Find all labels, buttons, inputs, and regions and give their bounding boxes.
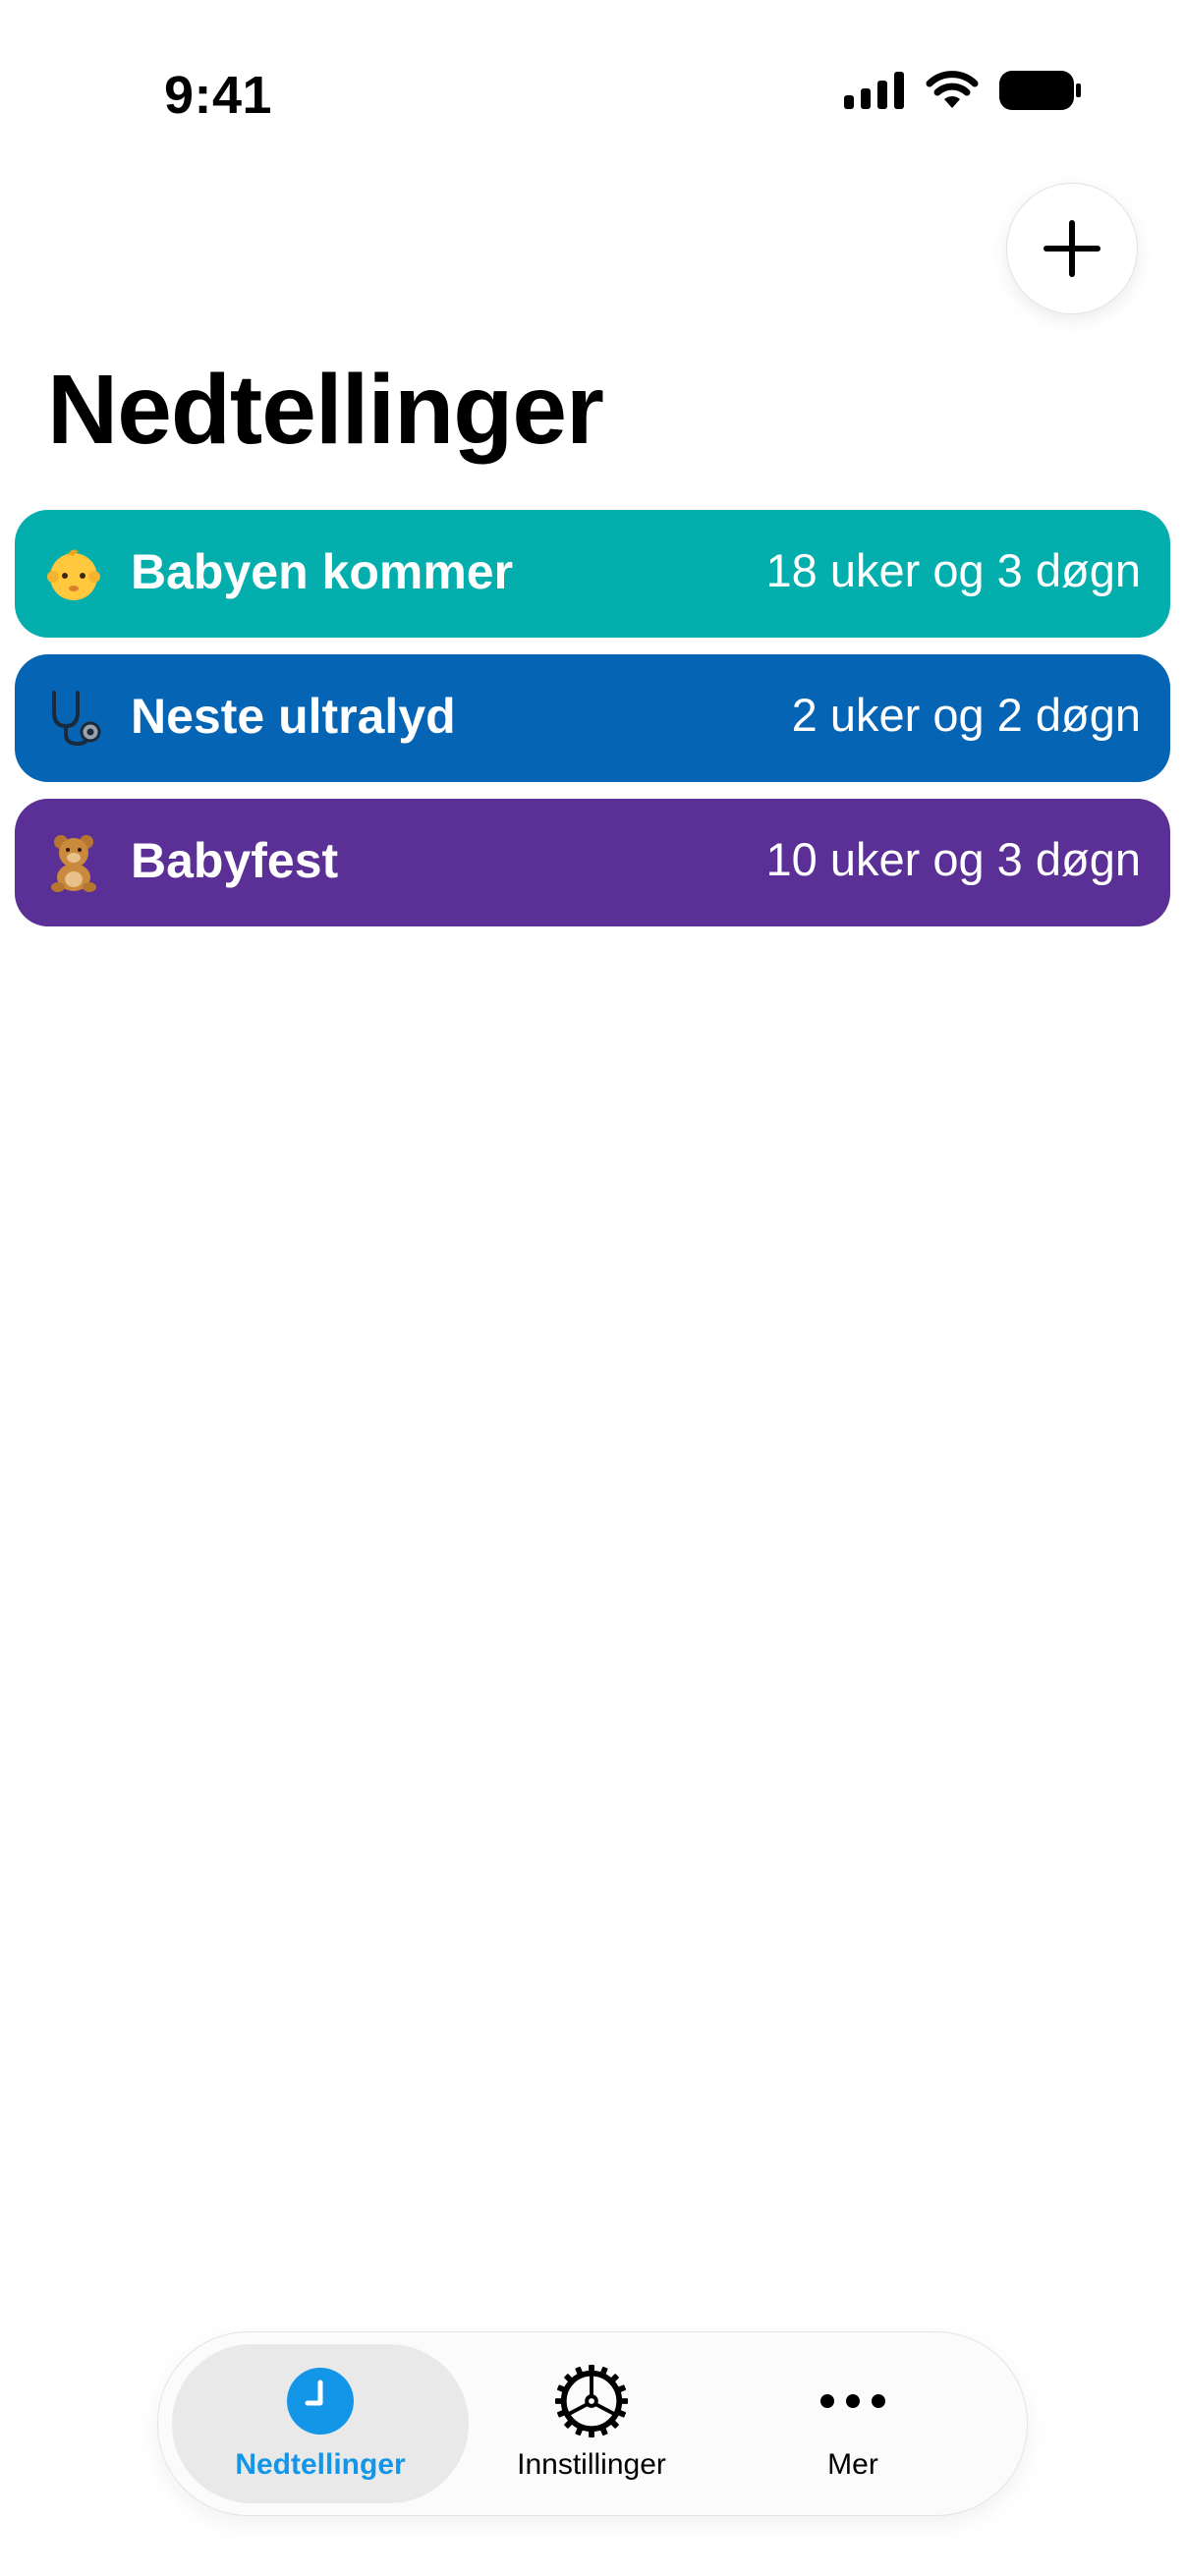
add-countdown-button[interactable] [1006, 183, 1138, 314]
countdown-remaining: 10 uker og 3 døgn [765, 833, 1142, 885]
stethoscope-emoji-icon [52, 691, 101, 747]
status-time: 9:41 [164, 66, 273, 125]
tab-innstillinger[interactable]: Innstillinger [479, 2344, 705, 2503]
tab-label: Mer [827, 2448, 878, 2481]
countdown-remaining: 2 uker og 2 døgn [791, 689, 1141, 741]
clock-icon [283, 2364, 358, 2438]
countdown-title: Babyfest [131, 833, 339, 888]
wifi-icon [926, 71, 979, 108]
gear-icon [554, 2364, 629, 2438]
teddy-bear-emoji-icon [51, 835, 96, 892]
countdown-title: Babyen kommer [131, 544, 514, 599]
countdown-list: Babyen kommer 18 uker og 3 døgn Neste ul… [15, 510, 1170, 943]
tab-mer[interactable]: Mer [740, 2344, 966, 2503]
countdown-card-neste-ultralyd[interactable]: Neste ultralyd 2 uker og 2 døgn [15, 654, 1170, 782]
tab-bar: Nedtellinger Innstillinger Mer [157, 2331, 1028, 2516]
baby-emoji-icon [47, 549, 100, 600]
plus-icon [1044, 220, 1100, 277]
cellular-signal-icon [844, 72, 904, 109]
tab-label: Innstillinger [517, 2448, 666, 2481]
countdown-remaining: 18 uker og 3 døgn [765, 544, 1142, 596]
tab-nedtellinger[interactable]: Nedtellinger [172, 2344, 469, 2503]
tab-label: Nedtellinger [235, 2448, 406, 2481]
status-bar: 9:41 [0, 0, 1185, 187]
countdown-title: Neste ultralyd [131, 689, 456, 744]
status-icons [844, 71, 1082, 110]
countdowns-screen: 9:41 Nedtellinger Babyen kommer 18 uker … [0, 0, 1185, 2576]
countdown-card-babyfest[interactable]: Babyfest 10 uker og 3 døgn [15, 799, 1170, 926]
more-icon [816, 2364, 890, 2438]
battery-icon [999, 71, 1081, 110]
page-title: Nedtellinger [47, 355, 604, 465]
countdown-card-babyen-kommer[interactable]: Babyen kommer 18 uker og 3 døgn [15, 510, 1170, 638]
